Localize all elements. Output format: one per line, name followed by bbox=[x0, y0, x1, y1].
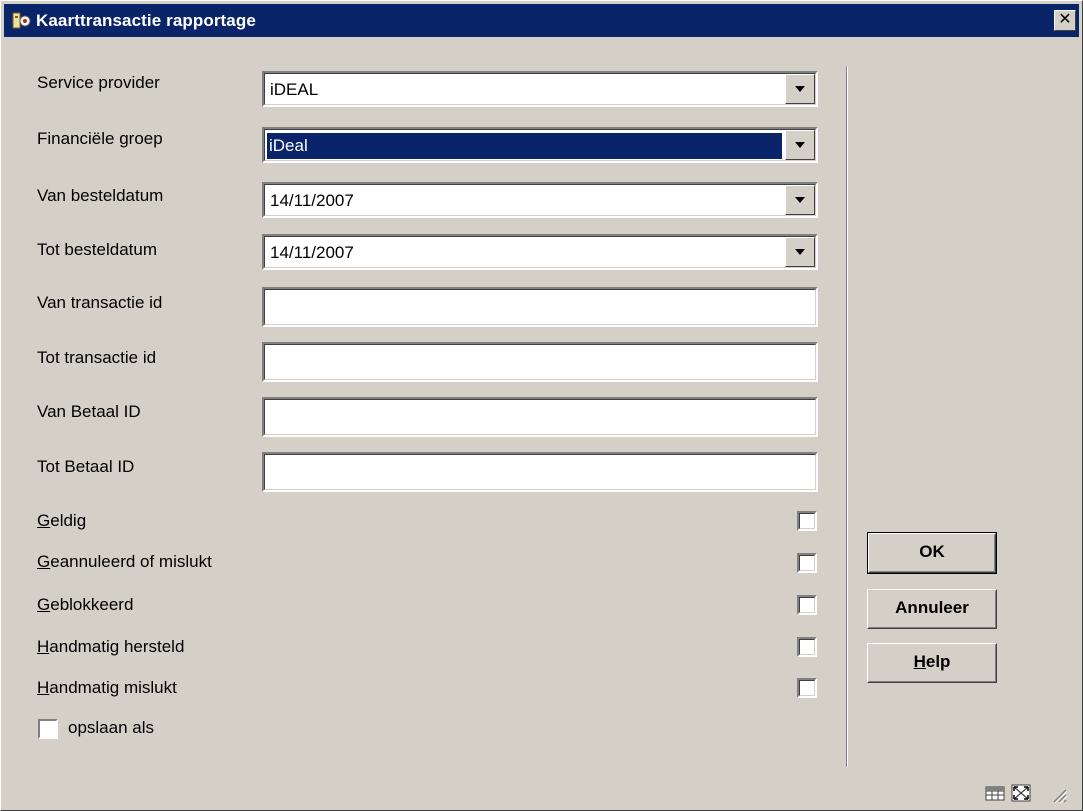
geldig-label: Geldig bbox=[37, 511, 87, 530]
resize-grip-icon[interactable] bbox=[1046, 782, 1068, 804]
help-button[interactable]: Help bbox=[867, 643, 997, 683]
opslaan-als-label: opslaan als bbox=[68, 718, 155, 737]
van-besteldatum-select[interactable]: 14/11/2007 bbox=[262, 182, 818, 218]
van-transactie-id-label: Van transactie id bbox=[37, 293, 163, 312]
financiele-groep-value: iDeal bbox=[266, 132, 783, 160]
tot-betaal-id-label: Tot Betaal ID bbox=[37, 457, 135, 476]
van-transactie-id-input[interactable] bbox=[267, 292, 807, 320]
chevron-down-icon[interactable] bbox=[785, 74, 815, 104]
van-betaal-id-label: Van Betaal ID bbox=[37, 402, 141, 421]
geannuleerd-label: Geannuleerd of mislukt bbox=[37, 552, 212, 571]
vertical-divider bbox=[846, 67, 848, 767]
geannuleerd-checkbox[interactable] bbox=[797, 553, 817, 573]
handmatig-hersteld-label: Handmatig hersteld bbox=[37, 637, 185, 656]
tot-betaal-id-field[interactable] bbox=[262, 452, 818, 492]
geblokkeerd-label: Geblokkeerd bbox=[37, 595, 134, 614]
tot-transactie-id-field[interactable] bbox=[262, 342, 818, 382]
title-bar: Kaarttransactie rapportage ✕ bbox=[4, 4, 1079, 37]
app-key-icon bbox=[12, 12, 31, 29]
grid-icon[interactable] bbox=[984, 782, 1006, 804]
tot-besteldatum-value: 14/11/2007 bbox=[270, 243, 354, 262]
chevron-down-icon[interactable] bbox=[785, 185, 815, 215]
van-transactie-id-field[interactable] bbox=[262, 287, 818, 327]
geldig-checkbox[interactable] bbox=[797, 511, 817, 531]
tot-besteldatum-label: Tot besteldatum bbox=[37, 240, 158, 259]
help-button-label: Help bbox=[913, 652, 951, 671]
chevron-down-icon[interactable] bbox=[785, 130, 815, 160]
window-title: Kaarttransactie rapportage bbox=[36, 11, 256, 30]
chevron-down-icon[interactable] bbox=[785, 237, 815, 267]
annuleer-button[interactable]: Annuleer bbox=[867, 589, 997, 629]
geblokkeerd-checkbox[interactable] bbox=[797, 595, 817, 615]
dialog-window: Kaarttransactie rapportage ✕ Service pro… bbox=[0, 0, 1083, 811]
van-betaal-id-input[interactable] bbox=[267, 402, 807, 430]
tot-betaal-id-input[interactable] bbox=[267, 457, 807, 485]
ok-button[interactable]: OK bbox=[867, 532, 997, 574]
annuleer-button-label: Annuleer bbox=[895, 598, 969, 617]
service-provider-value: iDEAL bbox=[270, 80, 319, 99]
financiele-groep-select[interactable]: iDeal bbox=[262, 127, 818, 163]
tot-transactie-id-label: Tot transactie id bbox=[37, 348, 157, 367]
handmatig-hersteld-checkbox[interactable] bbox=[797, 637, 817, 657]
ok-button-label: OK bbox=[919, 542, 945, 561]
service-provider-select[interactable]: iDEAL bbox=[262, 71, 818, 107]
tot-besteldatum-select[interactable]: 14/11/2007 bbox=[262, 234, 818, 270]
maximize-icon[interactable] bbox=[1010, 782, 1032, 804]
handmatig-mislukt-label: Handmatig mislukt bbox=[37, 678, 177, 697]
close-button[interactable]: ✕ bbox=[1054, 10, 1076, 31]
van-betaal-id-field[interactable] bbox=[262, 397, 818, 437]
close-icon: ✕ bbox=[1058, 11, 1072, 28]
handmatig-mislukt-checkbox[interactable] bbox=[797, 678, 817, 698]
van-besteldatum-value: 14/11/2007 bbox=[270, 191, 354, 210]
opslaan-als-checkbox[interactable] bbox=[38, 719, 58, 739]
status-bar-icons bbox=[984, 780, 1074, 804]
service-provider-label: Service provider bbox=[37, 73, 160, 92]
van-besteldatum-label: Van besteldatum bbox=[37, 186, 164, 205]
financiele-groep-label: Financiële groep bbox=[37, 129, 163, 148]
tot-transactie-id-input[interactable] bbox=[267, 347, 807, 375]
